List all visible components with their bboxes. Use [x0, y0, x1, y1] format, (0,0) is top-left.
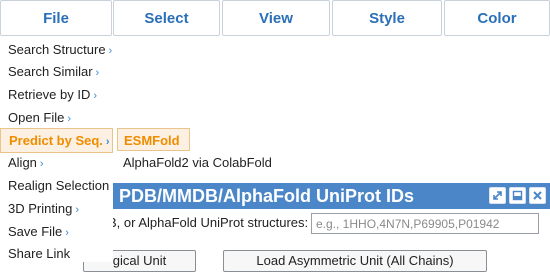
dialog-prompt-text: B, or AlphaFold UniProt structures:: [108, 215, 309, 230]
menu-item-label: Predict by Seq.: [9, 133, 103, 148]
chevron-right-icon: ›: [95, 67, 100, 79]
menu-item-label: Align: [8, 155, 37, 170]
chevron-right-icon: ›: [105, 136, 110, 148]
chevron-right-icon: ›: [108, 45, 113, 57]
file-dropdown-menu: Search Structure › Search Similar › Retrie…: [0, 38, 116, 262]
dialog-window-controls: [489, 187, 546, 204]
menu-item-retrieve-by-id[interactable]: Retrieve by ID ›: [0, 83, 113, 106]
chevron-right-icon: ›: [39, 158, 44, 170]
menu-item-label: Retrieve by ID: [8, 87, 91, 102]
menu-style[interactable]: Style: [332, 0, 442, 36]
pdb-ids-dialog: PDB/MMDB/AlphaFold UniProt IDs B, or Alp…: [83, 183, 550, 272]
menu-item-open-file[interactable]: Open File ›: [0, 106, 113, 129]
load-asymmetric-unit-button[interactable]: Load Asymmetric Unit (All Chains): [223, 250, 487, 272]
chevron-right-icon: ›: [93, 90, 98, 102]
pdb-ids-input[interactable]: [311, 213, 539, 234]
chevron-right-icon: ›: [65, 227, 69, 239]
menu-item-label: 3D Printing: [8, 201, 73, 216]
menu-file[interactable]: File: [0, 0, 112, 36]
menu-item-label: Search Structure: [8, 42, 106, 57]
chevron-right-icon: ›: [67, 113, 72, 125]
expand-icon[interactable]: [489, 187, 506, 204]
menu-item-predict-by-seq[interactable]: Predict by Seq. ›: [0, 128, 113, 153]
menu-item-label: Share Link: [8, 246, 71, 261]
minimize-icon[interactable]: [509, 187, 526, 204]
close-icon[interactable]: [529, 187, 546, 204]
menu-item-search-similar[interactable]: Search Similar ›: [0, 60, 113, 83]
dialog-body: B, or AlphaFold UniProt structures: gica…: [83, 209, 550, 272]
menu-item-align[interactable]: Align ›: [0, 151, 113, 174]
menu-item-realign-selection[interactable]: Realign Selection ›: [0, 174, 116, 197]
menu-select[interactable]: Select: [113, 0, 220, 36]
chevron-right-icon: ›: [75, 204, 79, 216]
menu-item-label: Realign Selection: [8, 178, 110, 193]
menubar: File Select View Style Color: [0, 0, 550, 38]
submenu-item-alphafold2[interactable]: AlphaFold2 via ColabFold: [113, 151, 272, 174]
menu-item-save-file[interactable]: Save File ›: [0, 220, 113, 243]
predict-submenu: ESMFold AlphaFold2 via ColabFold: [113, 127, 272, 174]
dialog-titlebar[interactable]: PDB/MMDB/AlphaFold UniProt IDs: [108, 183, 550, 209]
menu-color[interactable]: Color: [444, 0, 550, 36]
menu-item-3d-printing[interactable]: 3D Printing ›: [0, 197, 113, 220]
menu-item-label: Open File: [8, 110, 65, 125]
chevron-right-icon: ›: [112, 181, 116, 193]
menu-item-label: Search Similar: [8, 64, 93, 79]
submenu-item-esmfold[interactable]: ESMFold: [117, 128, 190, 151]
dialog-title: PDB/MMDB/AlphaFold UniProt IDs: [119, 186, 414, 206]
menu-item-label: Save File: [8, 224, 63, 239]
menu-view[interactable]: View: [222, 0, 330, 36]
menu-item-search-structure[interactable]: Search Structure ›: [0, 38, 113, 61]
